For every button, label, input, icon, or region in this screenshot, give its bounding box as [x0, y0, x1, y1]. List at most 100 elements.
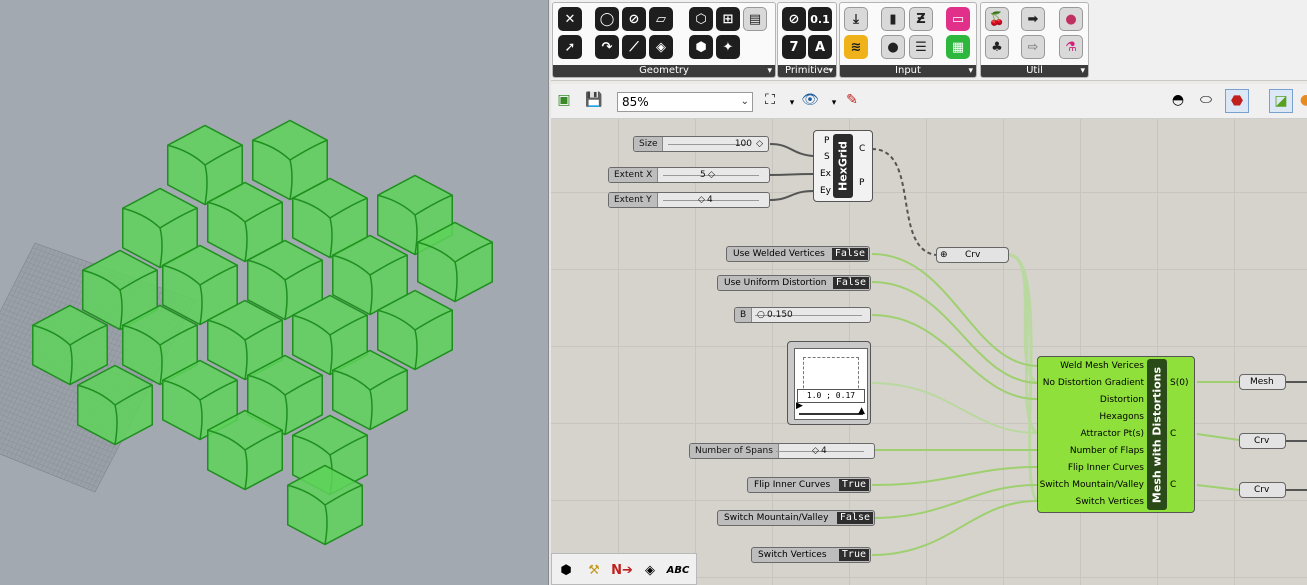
- panel-title[interactable]: Geometry ▾: [553, 65, 775, 77]
- boolean-icon[interactable]: Ƶ: [909, 7, 933, 31]
- grasshopper-window: ✕ ◯ ⊘ ▱ ⬡ ⊞ ▤ ➚ ↷ ⟋ ◈ ⬢ ✦ Geometry ▾ ⊘ 0.…: [551, 0, 1307, 585]
- arrow-icon[interactable]: ➚: [558, 35, 582, 59]
- flask-icon[interactable]: ⚗: [1059, 35, 1083, 59]
- component-name-band: HexGrid: [833, 134, 853, 198]
- box-icon[interactable]: ⬡: [689, 7, 713, 31]
- canvas-toolbar: ▣ 💾 85% ⌄ ⛶ ▾ 👁 ▾ ✎ ◓ ⬭ ⬣ ◪ ●: [551, 84, 1307, 119]
- hexgrid-component[interactable]: P S Ex Ey HexGrid C P: [813, 130, 873, 202]
- slider-knob-icon[interactable]: ○: [757, 308, 765, 322]
- toggle-state[interactable]: False: [836, 512, 873, 524]
- preview-wire-icon[interactable]: ⬭: [1195, 89, 1217, 111]
- ellipse-icon[interactable]: ⊘: [622, 7, 646, 31]
- tree-icon[interactable]: ♣: [985, 35, 1009, 59]
- list-icon[interactable]: ☰: [909, 35, 933, 59]
- slider-knob-icon[interactable]: ◇: [698, 193, 705, 207]
- curve-output-parameter[interactable]: Crv: [1239, 433, 1286, 449]
- preview-shaded-icon[interactable]: ◓: [1167, 89, 1189, 111]
- galaxy-icon[interactable]: ⬢: [554, 558, 578, 582]
- graph-readout: 1.0 ; 0.17: [797, 389, 865, 403]
- toggle-state[interactable]: True: [838, 479, 869, 491]
- extent-x-slider[interactable]: Extent X 5 ◇: [608, 167, 770, 183]
- component-ribbon: ✕ ◯ ⊘ ▱ ⬡ ⊞ ▤ ➚ ↷ ⟋ ◈ ⬢ ✦ Geometry ▾ ⊘ 0.…: [551, 0, 1307, 81]
- wires: [769, 143, 1307, 556]
- flip-inner-curves-toggle[interactable]: Flip Inner Curves True: [747, 477, 871, 493]
- slider-icon[interactable]: ▭: [946, 7, 970, 31]
- switch-mountain-valley-toggle[interactable]: Switch Mountain/Valley False: [717, 510, 875, 526]
- panel-title[interactable]: Input ▾: [840, 65, 976, 77]
- arrow-right-icon[interactable]: ➡: [1021, 7, 1045, 31]
- material-icon[interactable]: ●: [1295, 89, 1307, 111]
- open-file-icon[interactable]: ▣: [553, 89, 575, 111]
- hexagon-x-icon[interactable]: ✕: [558, 7, 582, 31]
- button-icon[interactable]: ●: [881, 35, 905, 59]
- slider-knob-icon[interactable]: ◇: [756, 137, 763, 151]
- angle-icon[interactable]: ⊘: [782, 7, 806, 31]
- slider-label: B: [735, 308, 753, 322]
- integer-icon[interactable]: 7: [782, 35, 806, 59]
- slider-value: 4: [821, 446, 827, 456]
- switch-vertices-toggle[interactable]: Switch Vertices True: [751, 547, 871, 563]
- gradient-icon[interactable]: ≋: [844, 35, 868, 59]
- cherry-icon[interactable]: 🍒: [985, 7, 1009, 31]
- curve-output-parameter[interactable]: Crv: [1239, 482, 1286, 498]
- grid-icon[interactable]: ⊞: [716, 7, 740, 31]
- circle-icon[interactable]: ◯: [595, 7, 619, 31]
- rectangle-icon[interactable]: ▱: [649, 7, 673, 31]
- arc-icon[interactable]: ↷: [595, 35, 619, 59]
- use-uniform-distortion-toggle[interactable]: Use Uniform Distortion False: [717, 275, 871, 291]
- tools-icon[interactable]: ⚒: [582, 558, 606, 582]
- save-icon[interactable]: 💾: [583, 89, 605, 111]
- line-icon[interactable]: ⟋: [622, 35, 646, 59]
- surface-icon[interactable]: ▤: [743, 7, 767, 31]
- slider-value: 0.150: [767, 310, 793, 320]
- brep-icon[interactable]: ⬢: [689, 35, 713, 59]
- phone-icon[interactable]: ▮: [881, 7, 905, 31]
- toggle-state[interactable]: False: [832, 277, 869, 289]
- text-icon[interactable]: A: [808, 35, 832, 59]
- preview-eye-icon[interactable]: 👁: [799, 89, 821, 111]
- group-icon[interactable]: ◈: [638, 558, 662, 582]
- slider-knob-icon[interactable]: ◇: [708, 168, 715, 182]
- preview-selected-icon[interactable]: ⬣: [1225, 89, 1249, 113]
- toggle-state[interactable]: True: [838, 549, 869, 561]
- extent-y-slider[interactable]: Extent Y ◇ 4: [608, 192, 770, 208]
- mesh-icon[interactable]: ✦: [716, 35, 740, 59]
- toggle-state[interactable]: False: [831, 248, 868, 260]
- mesh-with-distortions-component[interactable]: Weld Mesh Verices No Distortion Gradient…: [1037, 356, 1195, 513]
- size-slider[interactable]: Size 100 ◇: [633, 136, 769, 152]
- number-of-spans-slider[interactable]: Number of Spans ◇ 4: [689, 443, 875, 459]
- ribbon-panel-util: 🍒 ➡ ● ♣ ⇨ ⚗ Util ▾: [980, 2, 1089, 78]
- graph-end-icon[interactable]: ▲: [858, 406, 865, 416]
- graph-mapper[interactable]: 1.0 ; 0.17 ▶ ▲: [787, 341, 871, 425]
- slider-label: Size: [634, 137, 664, 151]
- mesh-output-parameter[interactable]: Mesh: [1239, 374, 1286, 390]
- panel-title[interactable]: Util ▾: [981, 65, 1088, 77]
- arrow-outline-icon[interactable]: ⇨: [1021, 35, 1045, 59]
- graph-start-icon[interactable]: ▶: [796, 401, 803, 411]
- zoom-select[interactable]: 85% ⌄: [617, 92, 753, 112]
- slider-value: 5: [700, 170, 706, 180]
- ribbon-panel-input: ⤓ ▮ Ƶ ▭ ≋ ● ☰ ▦ Input ▾: [839, 2, 977, 78]
- grasshopper-canvas[interactable]: Size 100 ◇ Extent X 5 ◇ Extent Y ◇ 4 B ○…: [551, 119, 1307, 585]
- import-icon[interactable]: ⤓: [844, 7, 868, 31]
- ribbon-panel-geometry: ✕ ◯ ⊘ ▱ ⬡ ⊞ ▤ ➚ ↷ ⟋ ◈ ⬢ ✦ Geometry ▾: [552, 2, 776, 78]
- b-slider[interactable]: B ○ 0.150: [734, 307, 871, 323]
- use-welded-vertices-toggle[interactable]: Use Welded Vertices False: [726, 246, 870, 262]
- rhino-viewport[interactable]: [0, 0, 548, 585]
- image-icon[interactable]: ▦: [946, 35, 970, 59]
- number-icon[interactable]: 0.1: [808, 7, 832, 31]
- slider-knob-icon[interactable]: ◇: [812, 444, 819, 458]
- slider-value: 4: [707, 195, 713, 205]
- sketch-icon[interactable]: ✎: [841, 89, 863, 111]
- abc-icon[interactable]: ABC: [666, 558, 690, 582]
- plane-icon[interactable]: ◈: [649, 35, 673, 59]
- zoom-extents-icon[interactable]: ⛶: [759, 89, 781, 111]
- switch-icon[interactable]: N➔: [610, 558, 634, 582]
- slider-label: Number of Spans: [690, 444, 779, 458]
- dots-icon[interactable]: ●: [1059, 7, 1083, 31]
- graph-area[interactable]: 1.0 ; 0.17 ▶ ▲: [794, 348, 868, 420]
- curve-parameter[interactable]: ⊕ Crv: [936, 247, 1009, 263]
- viewport-scene: [0, 119, 493, 546]
- panel-title[interactable]: Primitive ▾: [778, 65, 836, 77]
- bake-icon[interactable]: ◪: [1269, 89, 1293, 113]
